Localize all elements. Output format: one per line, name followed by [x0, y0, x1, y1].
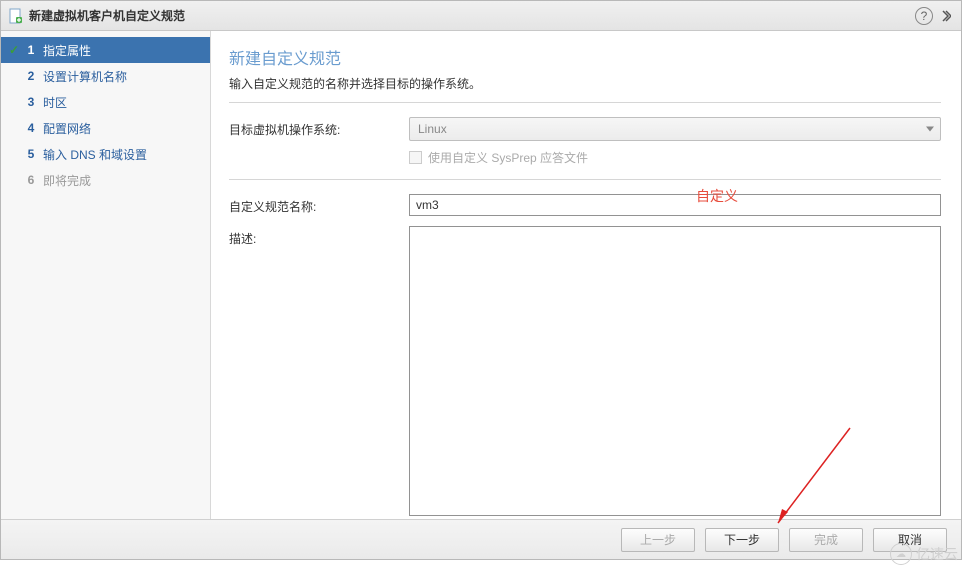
row-description: 描述: [229, 226, 941, 519]
step-num: 1 [23, 43, 39, 57]
wizard-dialog: 新建虚拟机客户机自定义规范 ? ✓ 1 指定属性 ✓ 2 设置计算机名称 ✓ 3… [0, 0, 962, 560]
os-select-value: Linux [418, 122, 447, 136]
step-label: 设置计算机名称 [43, 68, 127, 85]
step-label: 时区 [43, 94, 67, 111]
step-num: 6 [23, 173, 39, 187]
row-spec-name: 自定义规范名称: [229, 194, 941, 216]
description-textarea[interactable] [409, 226, 941, 516]
page-title: 新建自定义规范 [229, 45, 941, 69]
spec-name-input[interactable] [409, 194, 941, 216]
wizard-step-4[interactable]: ✓ 4 配置网络 [1, 115, 210, 141]
step-num: 5 [23, 147, 39, 161]
cancel-button[interactable]: 取消 [873, 528, 947, 552]
expand-icon[interactable] [939, 10, 953, 22]
dialog-body: ✓ 1 指定属性 ✓ 2 设置计算机名称 ✓ 3 时区 ✓ 4 配置网络 ✓ 5 [1, 31, 961, 519]
step-num: 3 [23, 95, 39, 109]
wizard-sidebar: ✓ 1 指定属性 ✓ 2 设置计算机名称 ✓ 3 时区 ✓ 4 配置网络 ✓ 5 [1, 31, 211, 519]
label-spec-name: 自定义规范名称: [229, 194, 409, 215]
wizard-step-5[interactable]: ✓ 5 输入 DNS 和域设置 [1, 141, 210, 167]
page-subtitle: 输入自定义规范的名称并选择目标的操作系统。 [229, 75, 941, 92]
help-icon[interactable]: ? [915, 7, 933, 25]
main-panel: 新建自定义规范 输入自定义规范的名称并选择目标的操作系统。 目标虚拟机操作系统:… [211, 31, 961, 519]
titlebar: 新建虚拟机客户机自定义规范 ? [1, 1, 961, 31]
step-label: 指定属性 [43, 42, 91, 59]
sysprep-checkbox [409, 151, 422, 164]
row-os: 目标虚拟机操作系统: Linux 使用自定义 SysPrep 应答文件 [229, 117, 941, 169]
label-os: 目标虚拟机操作系统: [229, 117, 409, 138]
label-description: 描述: [229, 226, 409, 247]
next-button[interactable]: 下一步 [705, 528, 779, 552]
step-num: 4 [23, 121, 39, 135]
step-label: 即将完成 [43, 172, 91, 189]
os-select[interactable]: Linux [409, 117, 941, 141]
sysprep-row: 使用自定义 SysPrep 应答文件 [409, 145, 941, 169]
back-button: 上一步 [621, 528, 695, 552]
wizard-step-3[interactable]: ✓ 3 时区 [1, 89, 210, 115]
check-icon: ✓ [9, 43, 23, 57]
step-num: 2 [23, 69, 39, 83]
finish-button: 完成 [789, 528, 863, 552]
dialog-title: 新建虚拟机客户机自定义规范 [29, 7, 915, 24]
chevron-down-icon [926, 127, 934, 132]
wizard-step-6: ✓ 6 即将完成 [1, 167, 210, 193]
step-label: 配置网络 [43, 120, 91, 137]
wizard-step-2[interactable]: ✓ 2 设置计算机名称 [1, 63, 210, 89]
footer: 上一步 下一步 完成 取消 [1, 519, 961, 559]
wizard-step-1[interactable]: ✓ 1 指定属性 [1, 37, 210, 63]
sysprep-label: 使用自定义 SysPrep 应答文件 [428, 149, 588, 166]
divider [229, 102, 941, 103]
step-label: 输入 DNS 和域设置 [43, 146, 147, 163]
document-plus-icon [9, 8, 23, 24]
divider [229, 179, 941, 180]
